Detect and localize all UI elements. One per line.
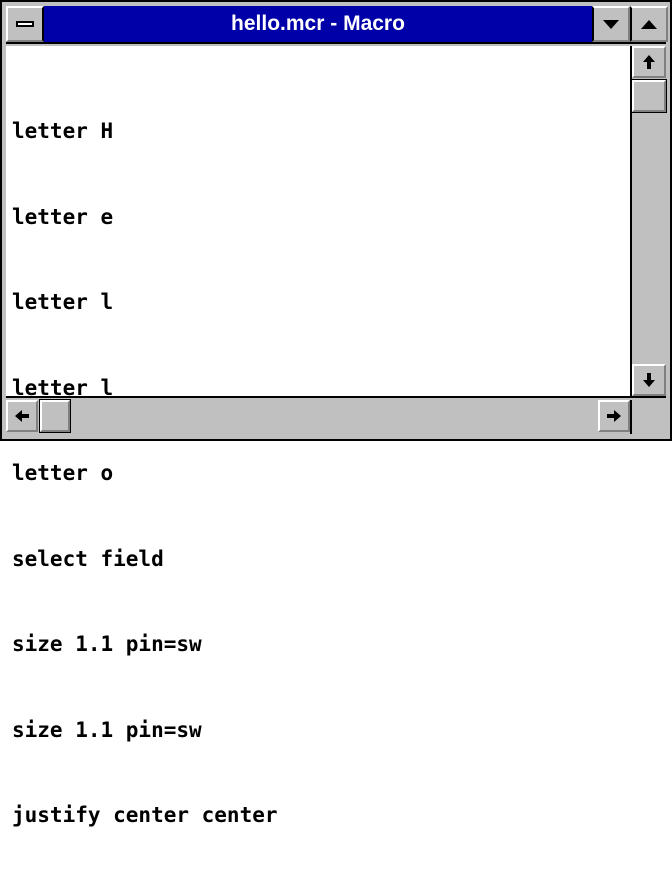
horizontal-scrollbar[interactable] [6,399,632,434]
size-grip [632,400,666,434]
arrow-down-icon [643,373,655,387]
macro-line: letter o [12,461,114,485]
arrow-up-icon [643,55,655,69]
macro-line: letter e [12,204,114,229]
system-menu-icon [16,21,34,27]
macro-line: letter l [12,375,114,400]
arrow-right-icon [607,410,621,422]
macro-window: hello.mcr - Macro letter H letter e lett… [0,0,672,827]
scroll-right-button[interactable] [598,400,630,432]
scroll-left-button[interactable] [6,400,38,432]
vertical-scrollbar[interactable] [631,46,667,398]
scroll-down-button[interactable] [632,364,666,396]
macro-line: size 1.1 pin=sw [12,717,202,742]
macro-lines: letter H letter e letter l letter l lett… [12,60,278,882]
macro-line: letter H [12,119,114,143]
macro-text-area[interactable]: letter H letter e letter l letter l lett… [6,46,632,827]
triangle-down-icon [603,19,619,29]
window-title: hello.mcr - Macro [231,12,405,35]
title-bar[interactable]: hello.mcr - Macro [6,6,668,44]
maximize-button[interactable] [630,6,668,42]
arrow-left-icon [15,410,29,422]
horizontal-scroll-thumb[interactable] [39,399,71,433]
macro-line: justify center center [12,803,278,827]
macro-line: select field [12,546,164,571]
macro-line: letter l [12,290,114,314]
scroll-up-button[interactable] [632,46,666,78]
minimize-button[interactable] [592,6,630,42]
vertical-scroll-thumb[interactable] [631,79,667,113]
system-menu-button[interactable] [6,6,44,42]
triangle-up-icon [641,19,657,29]
macro-line: size 1.1 pin=sw [12,632,202,656]
